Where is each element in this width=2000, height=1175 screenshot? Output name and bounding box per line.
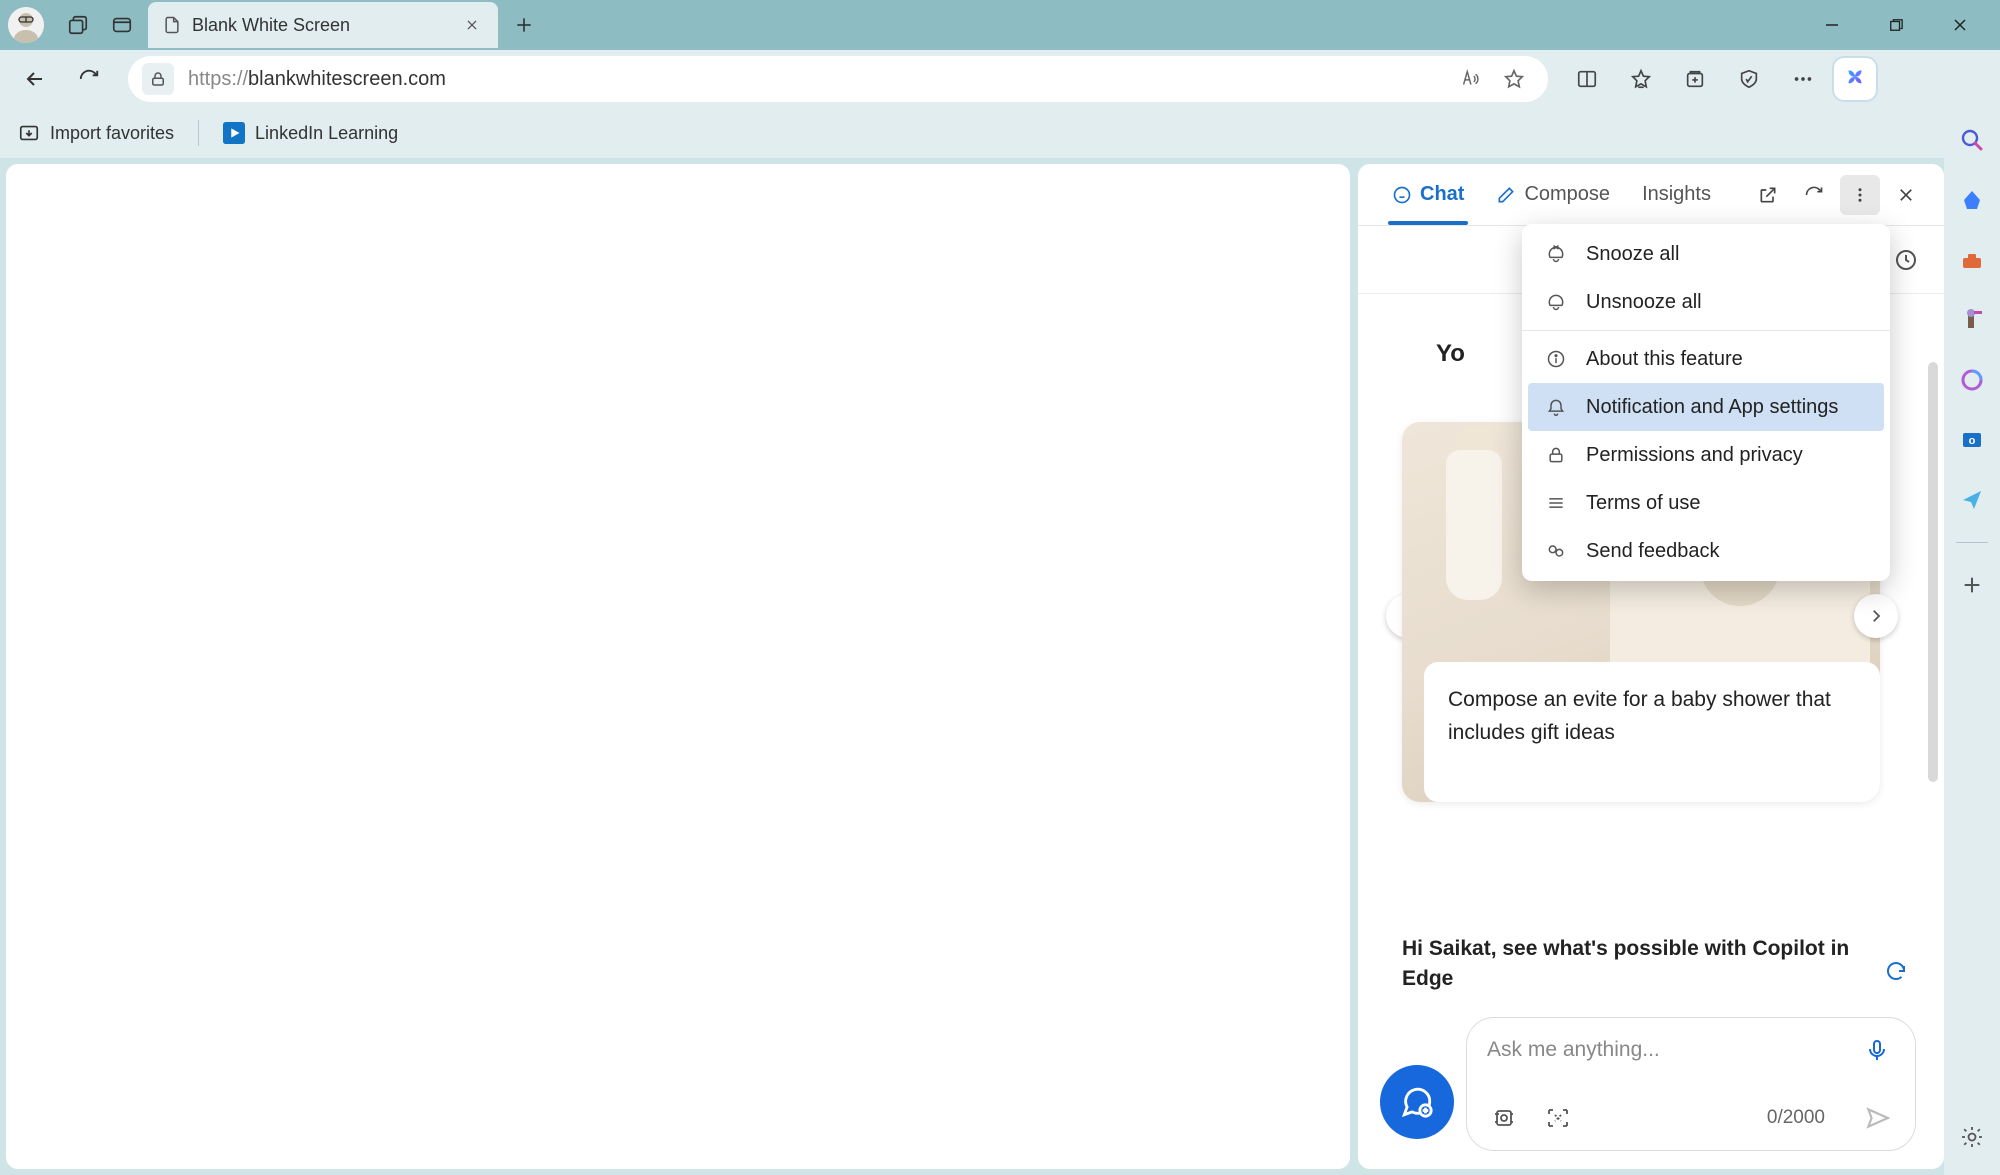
feedback-icon (1544, 539, 1568, 563)
url-text: https://blankwhitescreen.com (188, 68, 1450, 91)
scrollbar-thumb[interactable] (1928, 362, 1938, 782)
prompt-input[interactable]: Ask me anything... (1487, 1038, 1859, 1062)
more-menu-button[interactable] (1780, 56, 1826, 102)
menu-notification-settings[interactable]: Notification and App settings (1528, 383, 1884, 431)
refresh-button[interactable] (66, 56, 112, 102)
sidebar-shopping-icon[interactable] (1954, 182, 1990, 218)
menu-snooze-all[interactable]: Snooze all (1522, 230, 1890, 278)
tab-close-button[interactable] (460, 13, 484, 37)
copilot-panel: Chat Compose Insights Yo (1358, 164, 1944, 1169)
unsnooze-icon (1544, 290, 1568, 314)
copilot-tab-chat[interactable]: Chat (1376, 164, 1480, 225)
bookmarks-bar: Import favorites LinkedIn Learning (0, 108, 2000, 158)
favorite-star-icon[interactable] (1494, 56, 1534, 102)
tab-strip: Blank White Screen (148, 2, 546, 48)
split-screen-icon[interactable] (1564, 56, 1610, 102)
copilot-more-menu: Snooze all Unsnooze all About this featu… (1522, 224, 1890, 581)
tab-insights-label: Insights (1642, 183, 1711, 206)
history-icon[interactable] (1888, 242, 1924, 278)
sidebar-games-icon[interactable] (1954, 302, 1990, 338)
sidebar-m365-icon[interactable] (1954, 362, 1990, 398)
browser-essentials-icon[interactable] (1726, 56, 1772, 102)
sidebar-tools-icon[interactable] (1954, 242, 1990, 278)
svg-text:o: o (1969, 435, 1976, 447)
new-topic-button[interactable] (1380, 1065, 1454, 1139)
menu-feedback[interactable]: Send feedback (1522, 527, 1890, 575)
menu-unsnooze-all[interactable]: Unsnooze all (1522, 278, 1890, 326)
linkedin-learning-bookmark[interactable]: LinkedIn Learning (223, 122, 398, 144)
collections-icon[interactable] (1672, 56, 1718, 102)
web-page-view[interactable] (6, 164, 1350, 1169)
sidebar-settings-icon[interactable] (1954, 1119, 1990, 1155)
snooze-icon (1544, 242, 1568, 266)
sidebar-search-icon[interactable] (1954, 122, 1990, 158)
edge-sidebar: o (1944, 108, 2000, 1175)
open-in-new-button[interactable] (1748, 175, 1788, 215)
new-tab-button[interactable] (502, 3, 546, 47)
prompt-box: Ask me anything... 0/2000 (1466, 1017, 1916, 1151)
sidebar-outlook-icon[interactable]: o (1954, 422, 1990, 458)
list-icon (1544, 491, 1568, 515)
minimize-button[interactable] (1800, 3, 1864, 47)
tab-compose-label: Compose (1524, 183, 1610, 206)
import-icon (18, 122, 40, 144)
page-icon (162, 15, 182, 35)
microphone-button[interactable] (1859, 1032, 1895, 1068)
menu-about[interactable]: About this feature (1522, 335, 1890, 383)
copilot-tab-insights[interactable]: Insights (1626, 164, 1727, 225)
carousel-next-button[interactable] (1854, 594, 1898, 638)
copilot-refresh-button[interactable] (1794, 175, 1834, 215)
close-window-button[interactable] (1928, 3, 1992, 47)
sidebar-add-button[interactable] (1954, 567, 1990, 603)
play-icon (223, 122, 245, 144)
window-controls (1800, 3, 1992, 47)
content-area: Chat Compose Insights Yo (0, 158, 2000, 1175)
info-icon (1544, 347, 1568, 371)
send-button[interactable] (1859, 1100, 1895, 1136)
favorites-icon[interactable] (1618, 56, 1664, 102)
char-counter: 0/2000 (1767, 1107, 1825, 1129)
bookmark-divider (198, 120, 199, 146)
tab-actions-icon[interactable] (100, 3, 144, 47)
profile-avatar[interactable] (8, 7, 44, 43)
menu-permissions[interactable]: Permissions and privacy (1522, 431, 1890, 479)
copilot-more-button[interactable] (1840, 175, 1880, 215)
toolbar: https://blankwhitescreen.com (0, 50, 2000, 108)
partial-heading: Yo (1436, 340, 1465, 368)
browser-tab[interactable]: Blank White Screen (148, 2, 498, 48)
add-image-button[interactable] (1487, 1101, 1521, 1135)
refresh-suggestions-button[interactable] (1878, 953, 1914, 989)
back-button[interactable] (12, 56, 58, 102)
followup-heading: Hi Saikat, see what's possible with Copi… (1402, 934, 1880, 993)
chat-icon (1392, 185, 1412, 205)
workspaces-icon[interactable] (56, 3, 100, 47)
sidebar-drop-icon[interactable] (1954, 482, 1990, 518)
copilot-close-button[interactable] (1886, 175, 1926, 215)
tab-title: Blank White Screen (192, 15, 450, 36)
import-favorites-label: Import favorites (50, 123, 174, 144)
maximize-button[interactable] (1864, 3, 1928, 47)
import-favorites-button[interactable]: Import favorites (18, 122, 174, 144)
address-bar[interactable]: https://blankwhitescreen.com (128, 56, 1548, 102)
suggestion-caption: Compose an evite for a baby shower that … (1424, 662, 1880, 802)
site-info-lock-icon[interactable] (142, 63, 174, 95)
title-bar: Blank White Screen (0, 0, 2000, 50)
copilot-header: Chat Compose Insights (1358, 164, 1944, 226)
menu-terms[interactable]: Terms of use (1522, 479, 1890, 527)
bell-icon (1544, 395, 1568, 419)
add-screenshot-button[interactable] (1541, 1101, 1575, 1135)
copilot-tab-compose[interactable]: Compose (1480, 164, 1626, 225)
tab-chat-label: Chat (1420, 183, 1464, 206)
menu-separator (1522, 330, 1890, 331)
read-aloud-icon[interactable] (1450, 56, 1490, 102)
compose-icon (1496, 185, 1516, 205)
sidebar-divider (1956, 542, 1988, 543)
lock-icon (1544, 443, 1568, 467)
copilot-toggle-button[interactable] (1834, 58, 1876, 100)
linkedin-learning-label: LinkedIn Learning (255, 123, 398, 144)
